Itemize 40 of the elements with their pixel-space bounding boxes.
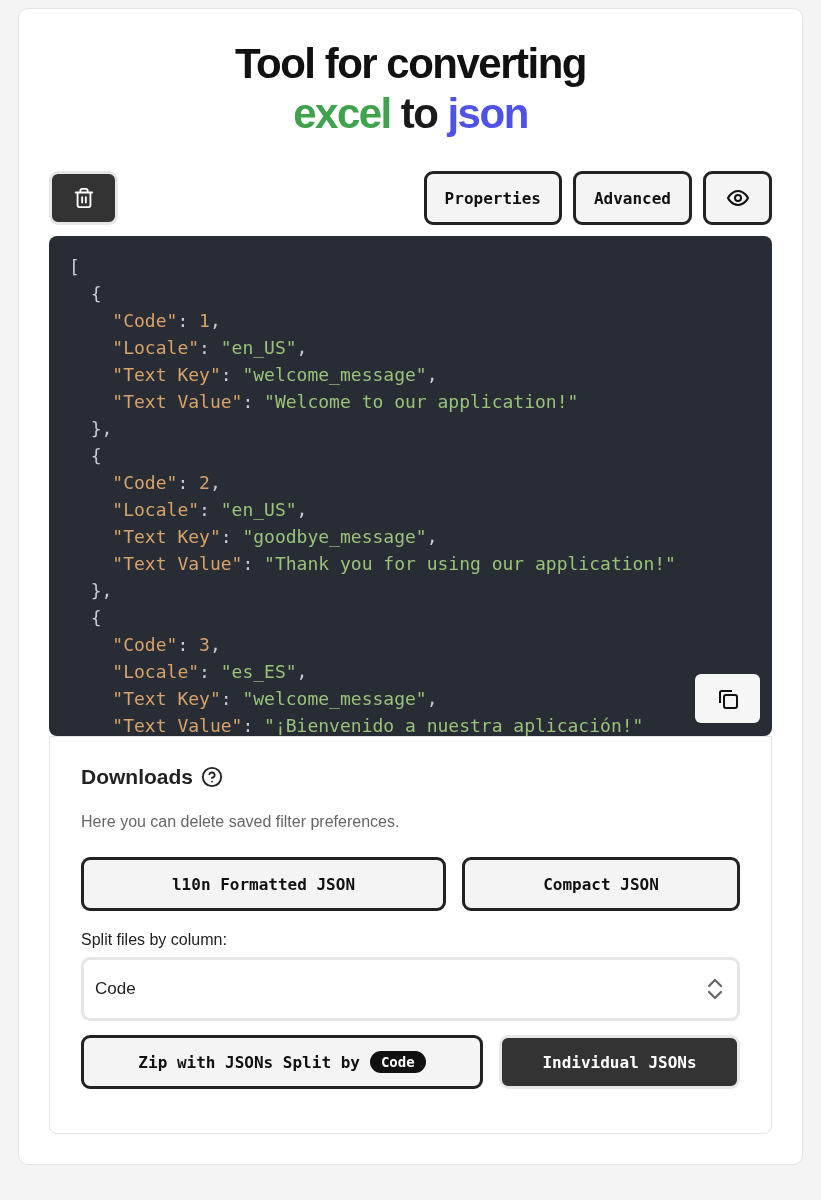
toolbar-button[interactable]: Advanced — [572, 171, 692, 225]
toolbar-button[interactable]: Properties — [423, 171, 562, 225]
code-line: "Locale": "en_US", — [111, 336, 308, 360]
section-title: Downloads — [81, 765, 193, 789]
code-line: "Code": 1, — [111, 309, 221, 333]
column-badge: Code — [369, 1051, 426, 1073]
code-line: "Text Value": "¡Bienvenido a nuestra aplicación!" — [111, 714, 644, 736]
page-title: Tool for converting — [234, 39, 586, 89]
code-line: "Text Key": "goodbye_message", — [111, 525, 438, 549]
copy-button[interactable] — [695, 674, 760, 723]
delete-button[interactable] — [49, 171, 118, 225]
code-line: "Code": 2, — [111, 471, 221, 495]
download-button[interactable]: Individual JSONs — [499, 1035, 740, 1089]
download-button[interactable]: Compact JSON — [462, 857, 740, 911]
code-line: "Code": 3, — [111, 633, 221, 657]
download-button[interactable]: Zip with JSONs Split by Code — [81, 1035, 483, 1089]
code-line: "Text Key": "welcome_message", — [111, 363, 438, 387]
title-word: to — [400, 89, 438, 139]
chevrons-icon — [707, 977, 723, 1001]
help-icon[interactable] — [201, 766, 223, 788]
code-line: "Text Key": "welcome_message", — [111, 687, 438, 711]
column-select[interactable]: Code — [81, 957, 740, 1021]
download-button[interactable]: l10n Formatted JSON — [81, 857, 446, 911]
code-line: { — [89, 444, 102, 468]
code-line: [ — [69, 255, 80, 279]
code-line: { — [89, 606, 102, 630]
trash-icon — [72, 186, 95, 210]
code-line: { — [89, 282, 102, 306]
field-label: Split files by column: — [81, 931, 228, 949]
description: Here you can delete saved filter preferences. — [81, 813, 401, 831]
title-word: json — [447, 89, 528, 139]
code-line: "Text Value": "Thank you for using our application!" — [111, 552, 676, 576]
code-line: "Text Value": "Welcome to our application!" — [111, 390, 579, 414]
code-line: "Locale": "es_ES", — [111, 660, 308, 684]
code-editor[interactable] — [49, 236, 772, 736]
code-line: "Locale": "en_US", — [111, 498, 308, 522]
code-line: }, — [89, 417, 113, 441]
preview-button[interactable] — [703, 171, 772, 225]
title-word: excel — [293, 89, 391, 139]
code-line: }, — [89, 579, 113, 603]
